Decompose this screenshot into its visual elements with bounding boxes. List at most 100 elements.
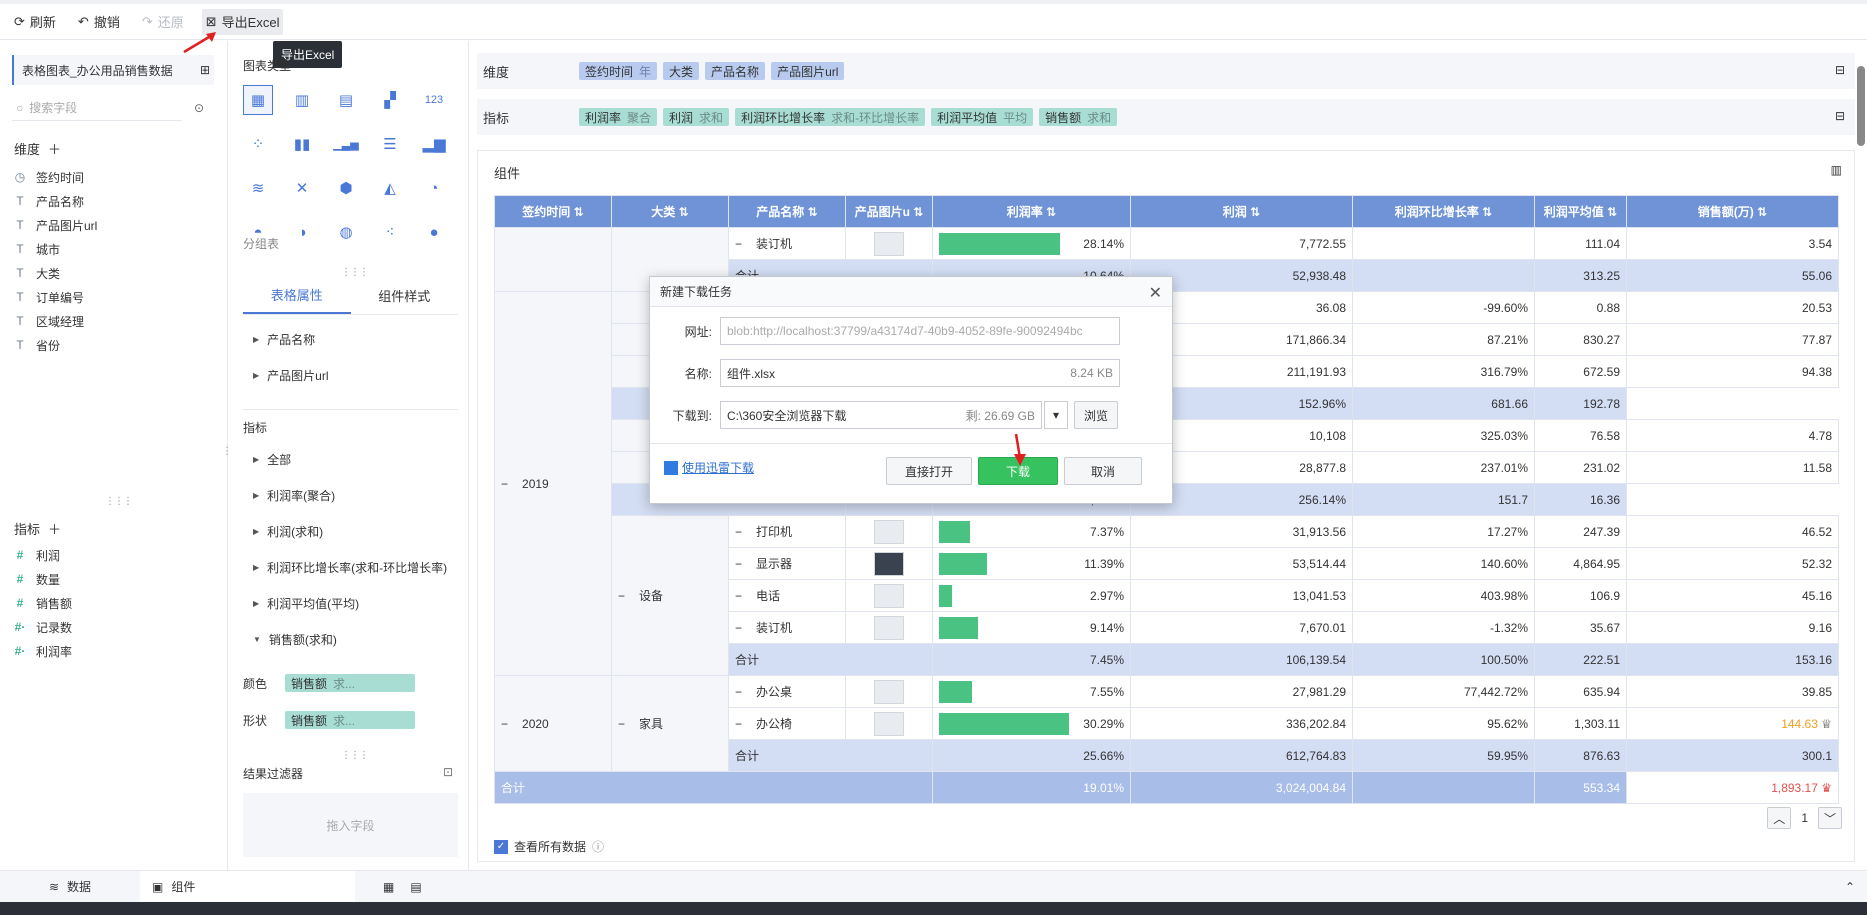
add-metric-icon[interactable]: ＋ xyxy=(48,519,61,538)
close-icon[interactable]: ✕ xyxy=(1149,283,1162,303)
prop-item[interactable]: ▶ 产品名称 xyxy=(243,321,458,357)
chart-type-icon[interactable]: ▞ xyxy=(375,85,405,115)
collapse-toggle[interactable]: − xyxy=(735,685,742,699)
field-chip[interactable]: 利润环比增长率 求和-环比增长率 xyxy=(735,108,926,126)
collapse-toggle[interactable]: − xyxy=(735,717,742,731)
thunder-link[interactable]: 使用迅雷下载 xyxy=(664,459,754,476)
open-directly-button[interactable]: 直接打开 xyxy=(886,457,972,485)
field-chip[interactable]: 利润率 聚合 xyxy=(579,108,658,126)
field-chip[interactable]: 大类 xyxy=(663,62,700,80)
chart-type-icon[interactable]: ◔ xyxy=(419,173,449,203)
metric-prop-item[interactable]: ▶ 全部 xyxy=(243,441,458,477)
chart-type-icon[interactable]: ◭ xyxy=(375,173,405,203)
tab-data[interactable]: ≋ 数据 xyxy=(0,871,140,903)
save-dir-field[interactable]: C:\360安全浏览器下载 剩: 26.69 GB xyxy=(720,401,1042,429)
collapse-toggle[interactable]: − xyxy=(618,717,625,731)
metric-prop-item[interactable]: ▼ 销售额(求和) xyxy=(243,621,458,657)
metric-field[interactable]: # 销售额 xyxy=(14,591,214,615)
chart-type-icon[interactable]: ⬢ xyxy=(331,173,361,203)
chart-type-icon[interactable]: ▤ xyxy=(331,85,361,115)
dataset-selector[interactable]: 表格图表_办公用品销售数据 ⊞ xyxy=(12,55,214,85)
chart-type-icon[interactable]: ● xyxy=(419,217,449,247)
filename-field[interactable]: 组件.xlsx 8.24 KB xyxy=(720,359,1120,387)
collapse-toggle[interactable]: − xyxy=(735,589,742,603)
metric-field[interactable]: # 利润 xyxy=(14,543,214,567)
collapse-icon[interactable]: ⌃ xyxy=(1845,880,1855,894)
field-chip[interactable]: 利润 求和 xyxy=(663,108,730,126)
metric-field[interactable]: #· 利润率 xyxy=(14,639,214,663)
metric-prop-item[interactable]: ▶ 利润环比增长率(求和-环比增长率) xyxy=(243,549,458,585)
filter-icon[interactable]: ⊡ xyxy=(443,765,453,779)
view-all-checkbox[interactable]: ✓ xyxy=(494,839,508,854)
tab-table-props[interactable]: 表格属性 xyxy=(243,277,351,314)
sort-icon[interactable]: ⇅ xyxy=(804,205,818,219)
dimension-field[interactable]: T 省份 xyxy=(14,333,214,357)
chart-type-icon[interactable]: ◑ xyxy=(287,217,317,247)
chart-type-icon[interactable]: ✕ xyxy=(287,173,317,203)
lock-icon[interactable]: ⊟ xyxy=(1835,109,1845,123)
sort-icon[interactable]: ⇅ xyxy=(1247,205,1260,219)
refresh-button[interactable]: ⟳ 刷新 xyxy=(10,9,60,35)
sort-icon[interactable]: ⇅ xyxy=(1754,205,1767,219)
url-field[interactable]: blob:http://localhost:37799/a43174d7-40b… xyxy=(720,317,1120,345)
sort-icon[interactable]: ⇅ xyxy=(675,205,689,219)
dimension-field[interactable]: T 产品名称 xyxy=(14,189,214,213)
dimension-field[interactable]: T 区域经理 xyxy=(14,309,214,333)
collapse-toggle[interactable]: − xyxy=(735,525,742,539)
switch-dataset-icon[interactable]: ⊞ xyxy=(200,63,210,77)
collapse-toggle[interactable]: − xyxy=(735,557,742,571)
dimension-field[interactable]: T 订单编号 xyxy=(14,285,214,309)
column-header[interactable]: 利润率 ⇅ xyxy=(932,195,1131,228)
chart-type-icon[interactable]: ⁘ xyxy=(243,129,273,159)
sort-icon[interactable]: ⇅ xyxy=(1604,205,1617,219)
chart-type-icon[interactable]: ◍ xyxy=(331,217,361,247)
splitter-handle[interactable]: ⋮⋮⋮ xyxy=(341,750,369,761)
field-chip[interactable]: 产品图片url xyxy=(771,62,845,80)
collapse-toggle[interactable]: − xyxy=(618,589,625,603)
chart-type-icon[interactable]: 123 xyxy=(419,85,449,115)
prop-item[interactable]: ▶ 产品图片url xyxy=(243,357,458,393)
barcode-icon[interactable]: ▥ xyxy=(1831,163,1842,177)
metric-field[interactable]: #· 记录数 xyxy=(14,615,214,639)
chart-type-icon[interactable]: ⁖ xyxy=(375,217,405,247)
next-page-button[interactable]: ﹀ xyxy=(1818,807,1842,829)
metric-prop-item[interactable]: ▶ 利润(求和) xyxy=(243,513,458,549)
field-search-input[interactable]: ○ 搜索字段 xyxy=(12,95,182,121)
sort-icon[interactable]: ⇅ xyxy=(910,205,923,219)
dimension-field[interactable]: T 大类 xyxy=(14,261,214,285)
column-header[interactable]: 签约时间 ⇅ xyxy=(494,195,612,228)
shape-field-chip[interactable]: 销售额 求... xyxy=(285,711,415,729)
chart-type-icon[interactable]: ▦ xyxy=(243,85,273,115)
panel-resize-handle[interactable]: ⋮ xyxy=(222,446,232,457)
dimension-field[interactable]: T 产品图片url xyxy=(14,213,214,237)
prev-page-button[interactable]: ︿ xyxy=(1767,807,1792,829)
tab-component[interactable]: ▣ 组件 xyxy=(140,870,355,903)
splitter-handle[interactable]: ⋮⋮⋮ xyxy=(105,496,133,507)
dimension-field[interactable]: ◷ 签约时间 xyxy=(14,165,214,189)
column-header[interactable]: 产品名称 ⇅ xyxy=(728,195,846,228)
sort-icon[interactable]: ⇅ xyxy=(1479,205,1492,219)
chart-type-icon[interactable]: ≋ xyxy=(243,173,273,203)
tab-component-style[interactable]: 组件样式 xyxy=(351,277,459,314)
dir-dropdown-button[interactable]: ▾ xyxy=(1044,401,1068,429)
more-icon[interactable]: ⊙ xyxy=(194,101,204,115)
add-table-icon[interactable]: ▤ xyxy=(410,880,421,894)
chart-type-icon[interactable]: ▁▃▅ xyxy=(331,129,361,159)
collapse-toggle[interactable]: − xyxy=(501,717,508,731)
collapse-toggle[interactable]: − xyxy=(735,621,742,635)
color-field-chip[interactable]: 销售额 求... xyxy=(285,674,415,692)
field-chip[interactable]: 产品名称 xyxy=(705,62,766,80)
field-chip[interactable]: 销售额 求和 xyxy=(1039,108,1118,126)
column-header[interactable]: 销售额(万) ⇅ xyxy=(1626,195,1839,228)
metric-prop-item[interactable]: ▶ 利润平均值(平均) xyxy=(243,585,458,621)
chart-type-icon[interactable]: ▥ xyxy=(287,85,317,115)
metric-prop-item[interactable]: ▶ 利润率(聚合) xyxy=(243,477,458,513)
cancel-button[interactable]: 取消 xyxy=(1064,457,1142,485)
chart-type-icon[interactable]: ▮▮ xyxy=(287,129,317,159)
sort-icon[interactable]: ⇅ xyxy=(570,205,584,219)
add-chart-icon[interactable]: ▦ xyxy=(383,880,394,894)
column-header[interactable]: 大类 ⇅ xyxy=(611,195,729,228)
collapse-toggle[interactable]: − xyxy=(501,477,508,491)
metric-field[interactable]: # 数量 xyxy=(14,567,214,591)
add-dimension-icon[interactable]: ＋ xyxy=(48,139,61,158)
